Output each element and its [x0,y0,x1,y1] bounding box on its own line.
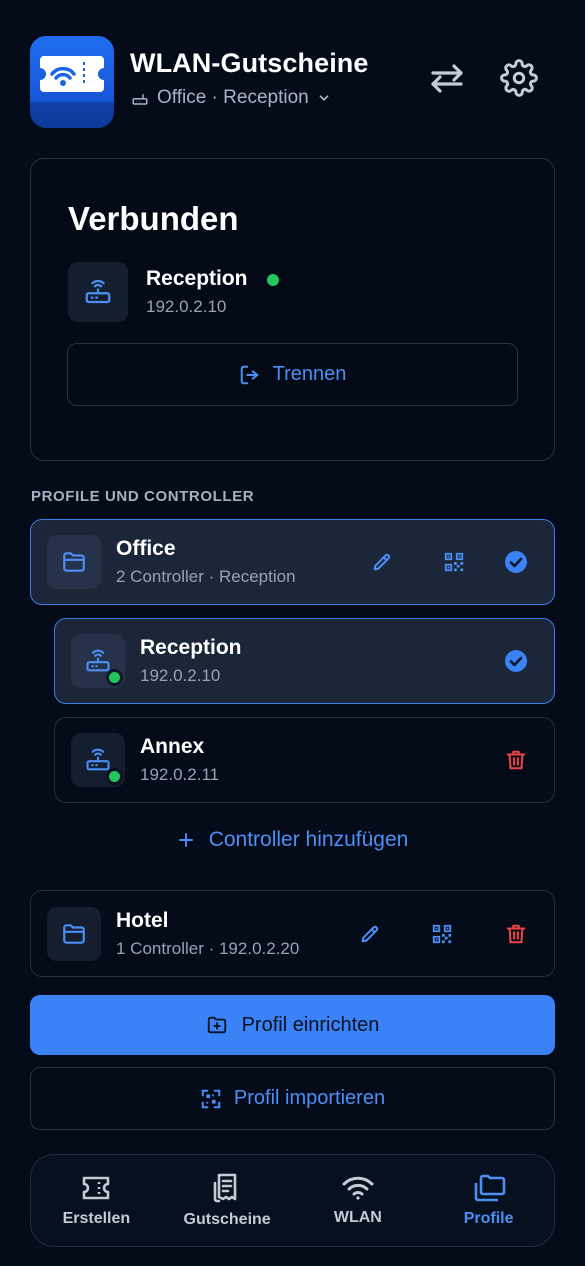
pencil-icon [373,553,391,571]
plus-icon [178,833,193,847]
swap-arrows-icon [431,64,463,93]
disconnect-button[interactable]: Trennen [67,343,518,406]
gear-icon [500,59,538,97]
controller-name: Reception [140,636,242,659]
controller-name: Annex [140,735,205,758]
active-controller-check[interactable] [496,641,536,681]
share-qr-button[interactable] [422,914,462,954]
add-controller-label: Controller hinzufügen [208,828,409,851]
settings-button[interactable] [497,56,541,100]
profile-selector[interactable]: Office · Reception [131,87,331,109]
edit-profile-button[interactable] [362,542,402,582]
nav-label: Profile [463,1209,514,1227]
qr-code-icon [432,924,452,944]
device-tile [68,262,128,322]
check-circle-icon [505,551,527,573]
profile-tile [47,907,101,961]
import-profile-label: Profil importieren [233,1087,386,1109]
profile-meta: 1 Controller · 192.0.2.20 [116,939,300,958]
delete-controller-button[interactable] [496,740,536,780]
active-profile-check[interactable] [496,542,536,582]
controller-row-reception[interactable] [54,618,555,704]
folder-plus-icon [207,1016,226,1034]
qr-code-icon [444,552,464,572]
folder-icon [63,924,85,944]
trash-icon [506,750,526,770]
nav-label: Erstellen [62,1209,131,1227]
profiles-section-label: PROFILE UND CONTROLLER [31,488,255,505]
connection-status-title: Verbunden [68,200,239,237]
nav-item-erstellen[interactable]: Erstellen [31,1155,162,1246]
pencil-icon [361,925,379,943]
profile-row-office[interactable] [30,519,555,605]
setup-profile-label: Profil einrichten [241,1013,380,1036]
wifi-ticket-icon [40,56,104,92]
nav-item-profile[interactable]: Profile [423,1155,554,1246]
share-qr-button[interactable] [434,542,474,582]
nav-label: WLAN [333,1208,382,1226]
add-controller-button[interactable]: Controller hinzufügen [0,828,585,852]
controller-ip: 192.0.2.11 [140,765,220,784]
qr-scan-icon [201,1089,221,1108]
controller-row-annex[interactable] [54,717,555,803]
profile-tile [47,535,101,589]
app-icon [30,36,114,128]
edit-profile-button[interactable] [350,914,390,954]
import-profile-button[interactable]: Profil importieren [30,1067,555,1130]
nav-label: Gutscheine [183,1210,271,1228]
chevron-down-icon [319,95,329,101]
folders-icon [474,1174,505,1201]
connected-device-ip: 192.0.2.10 [146,297,227,316]
online-status-dot [267,274,279,286]
profile-row-hotel[interactable] [30,890,555,977]
router-icon [132,94,148,105]
disconnect-label: Trennen [272,363,347,385]
profile-name: Office [116,537,176,560]
folder-icon [63,552,85,572]
nav-item-gutscheine[interactable]: Gutscheine [162,1155,293,1246]
receipt-icon [213,1173,237,1202]
controller-ip: 192.0.2.10 [140,666,221,685]
router-icon [85,279,111,304]
switch-profile-button[interactable] [425,56,469,100]
controller-online-dot [106,669,123,686]
logout-icon [240,365,258,384]
profile-name: Hotel [116,909,169,932]
setup-profile-button[interactable]: Profil einrichten [30,995,555,1055]
ticket-icon [83,1176,110,1199]
connected-device-name: Reception [146,267,248,290]
app-title: WLAN-Gutscheine [130,48,369,78]
wifi-icon [342,1176,374,1200]
bottom-nav: Erstellen Gutscheine WLAN Profile [30,1154,555,1247]
active-profile-label: Office · Reception [157,87,309,108]
nav-item-wlan[interactable]: WLAN [293,1155,424,1246]
profile-meta: 2 Controller · Reception [116,567,296,586]
delete-profile-button[interactable] [496,914,536,954]
check-circle-icon [505,650,527,672]
controller-online-dot [106,768,123,785]
trash-icon [506,924,526,944]
